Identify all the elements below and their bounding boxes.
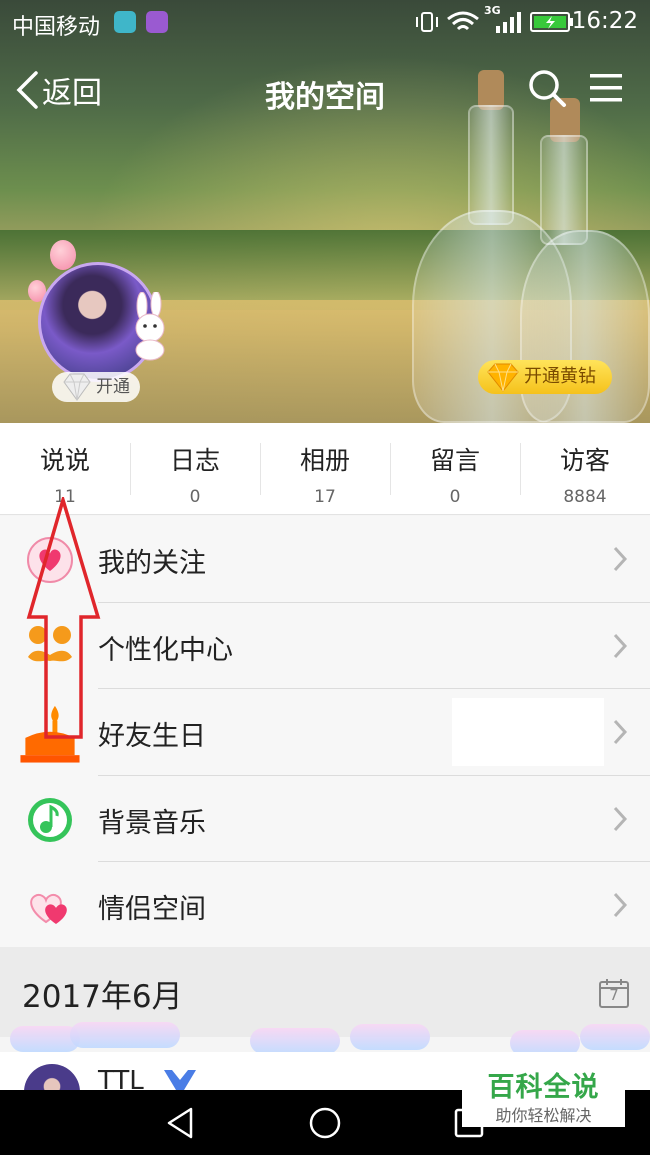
menu-label: 背景音乐 [98,807,206,839]
glass-bottle [520,230,650,423]
signal-icon [496,12,521,33]
stat-count: 0 [449,487,461,507]
android-app-icon [114,11,136,33]
stat-label: 留言 [429,446,480,475]
stat-visitors[interactable]: 访客 8884 [520,423,650,514]
menu-label: 我的关注 [98,548,206,579]
cloud-decoration [70,1022,180,1048]
vip-badge-icon [164,1070,196,1090]
bottle-neck [468,105,514,225]
gallery-app-icon [146,11,168,33]
bottle-neck [540,135,588,245]
chevron-right-icon [613,633,628,658]
cloud-decoration [10,1026,80,1052]
cloud-decoration [580,1024,650,1050]
stat-count: 17 [314,487,336,507]
music-note-icon [28,797,72,842]
menu-label: 好友生日 [98,721,206,752]
home-circle-icon[interactable] [308,1106,342,1140]
stat-blog[interactable]: 日志 0 [130,423,260,514]
stat-label: 日志 [169,446,220,475]
chevron-right-icon [613,546,628,572]
diamond-icon [63,373,91,401]
status-bar: 中国移动 3G 16:22 [0,0,650,44]
balloon-decoration [50,240,76,270]
watermark-title: 百科全说 [487,1072,600,1103]
stat-label: 相册 [299,446,350,475]
redacted-patch [452,698,604,766]
menu-item-bg-music[interactable]: 背景音乐 [0,776,650,862]
stat-count: 8884 [563,487,607,507]
chevron-right-icon [613,806,628,831]
menu-label: 情侣空间 [98,894,206,925]
stat-album[interactable]: 相册 17 [260,423,390,514]
menu-icon[interactable] [588,72,624,104]
yellow-diamond-label: 开通黄钻 [524,366,596,387]
rabbit-decoration-icon [135,292,165,361]
stat-label: 访客 [559,446,610,475]
month-label: 2017年6月 [22,979,183,1015]
open-badge-label: 开通 [96,377,130,397]
cloud-decoration [250,1028,340,1054]
yellow-diamond-icon [487,363,519,392]
stat-label: 说说 [39,446,90,475]
calendar-day: 7 [609,986,619,1004]
battery-icon [530,12,573,32]
vibrate-icon [416,12,438,32]
top-navbar: 返回 我的空间 [0,60,650,120]
stat-messages[interactable]: 留言 0 [390,423,520,514]
back-triangle-icon[interactable] [163,1106,197,1140]
carrier-label: 中国移动 [12,15,101,40]
menu-label: 个性化中心 [98,634,233,666]
annotation-arrow-icon [26,497,101,739]
chevron-right-icon [613,719,628,745]
chevron-right-icon [613,892,628,918]
calendar-button[interactable]: 7 [598,977,630,1013]
open-yellow-diamond-button[interactable]: 开通黄钻 [478,360,612,394]
open-membership-badge[interactable]: 开通 [52,372,140,402]
wifi-icon [447,11,479,31]
stat-count: 0 [189,487,201,507]
watermark-logo: 百科全说 助你轻松解决 [462,1063,625,1127]
watermark-subtitle: 助你轻松解决 [495,1106,592,1125]
menu-item-couple-space[interactable]: 情侣空间 [0,862,650,949]
clock-time: 16:22 [571,8,638,34]
search-icon[interactable] [527,68,567,108]
cloud-decoration [350,1024,430,1050]
couple-hearts-icon [30,893,67,924]
